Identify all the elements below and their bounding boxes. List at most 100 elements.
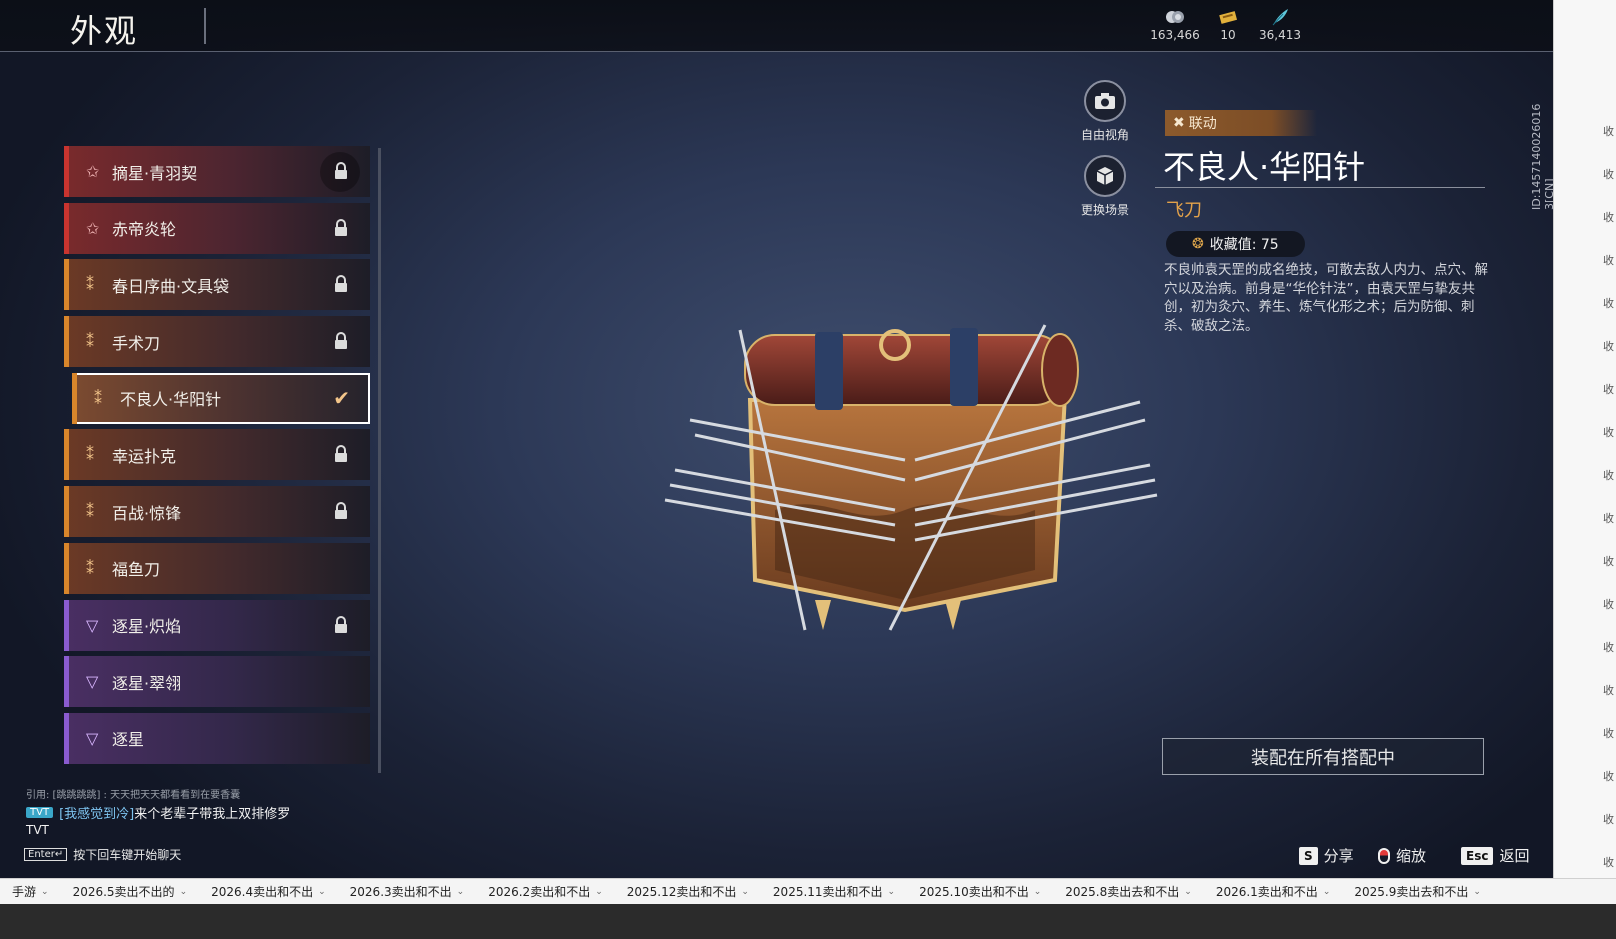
item-name: 春日序曲·文具袋 [112, 276, 230, 296]
list-item-2[interactable]: ⁑ 春日序曲·文具袋 [64, 259, 370, 311]
share-button[interactable]: S 分享 [1299, 845, 1354, 866]
chevron-down-icon: ⌄ [456, 886, 465, 897]
chat-user[interactable]: [我感觉到冷] [59, 803, 134, 822]
item-type: 飞刀 [1166, 200, 1202, 221]
sheet-tab-bar: 手游 ⌄ 2026.5卖出不出的 ⌄ 2026.4卖出和不出 ⌄ 2026.3卖出和不… [0, 878, 1616, 904]
zoom-button[interactable]: 缩放 [1378, 845, 1426, 866]
back-label: 返回 [1499, 847, 1530, 865]
chevron-wings-icon: ▽ [86, 728, 99, 748]
list-item-0[interactable]: ✩ 摘星·青羽契 [64, 146, 370, 197]
chat-message-2: TVT [26, 823, 49, 837]
share-key: S [1299, 846, 1318, 865]
chat-text: 来个老辈子带我上双排修罗 [134, 807, 291, 822]
player-id: ID:1457140026016 3[CN] [1530, 103, 1553, 210]
star-icon: ✩ [86, 218, 100, 238]
edge-cell: 收 [1603, 254, 1614, 267]
list-item-9[interactable]: ▽ 逐星·翠翎 [64, 656, 370, 708]
edge-cell: 收 [1603, 512, 1614, 525]
currency-feather: 36,413 [1250, 8, 1310, 42]
sheet-tab[interactable]: 2026.2卖出和不出 ⌄ [476, 883, 615, 900]
list-item-10[interactable]: ▽ 逐星 [64, 712, 370, 764]
list-item-6[interactable]: ⁑ 百战·惊锋 [64, 486, 370, 538]
list-item-5[interactable]: ⁑ 幸运扑克 [64, 429, 370, 481]
item-name: 逐星·炽焰 [112, 617, 182, 636]
chevron-down-icon: ⌄ [179, 886, 188, 897]
sheet-tab[interactable]: 2025.12卖出和不出 ⌄ [615, 883, 761, 900]
lock-icon [335, 162, 347, 179]
sheet-tab[interactable]: 2025.10卖出和不出 ⌄ [907, 883, 1053, 900]
weapon-model[interactable] [655, 310, 1165, 650]
item-name: 逐星·翠翎 [112, 673, 182, 693]
chevron-wings-icon: ▽ [86, 615, 99, 635]
lock-icon [335, 218, 347, 236]
ticket-icon [1219, 11, 1238, 24]
chat-badge: TVT [26, 807, 54, 818]
sheet-tab[interactable]: 2026.5卖出不出的 ⌄ [61, 883, 200, 900]
list-item-4-selected[interactable]: ⁑ 不良人·华阳针 ✔ [72, 372, 370, 424]
edge-cell: 收 [1603, 469, 1614, 482]
list-scrollbar[interactable] [378, 148, 381, 773]
list-item-7[interactable]: ⁑ 福鱼刀 [64, 542, 370, 594]
edge-cell: 收 [1603, 297, 1614, 310]
edge-cell: 收 [1603, 125, 1614, 138]
collection-value: ❂ 收藏值: 75 [1166, 231, 1305, 257]
free-view-label: 自由视角 [1080, 128, 1129, 142]
list-item-1[interactable]: ✩ 赤帝炎轮 [64, 202, 370, 254]
lock-icon [335, 502, 347, 520]
chevron-down-icon: ⌄ [887, 886, 896, 897]
sheet-tab[interactable]: 2026.4卖出和不出 ⌄ [199, 883, 338, 900]
chevron-down-icon: ⌄ [318, 886, 326, 897]
chat-enter-label: 按下回车键开始聊天 [73, 848, 182, 862]
list-item-3[interactable]: ⁑ 手术刀 [64, 316, 370, 368]
collab-tag-label: 联动 [1188, 116, 1217, 132]
cross-blades-icon: ⁑ [86, 502, 94, 522]
change-scene-label: 更换场景 [1080, 203, 1129, 217]
lock-icon [335, 275, 347, 293]
sheet-tab[interactable]: 2025.9卖出去和不出 ⌄ [1342, 883, 1493, 900]
title-divider [204, 8, 206, 44]
item-name: 百战·惊锋 [112, 503, 182, 523]
chat-quote: 引用: [跳跳跳跳] : 天天把天天都看看到在要香囊 [26, 790, 241, 801]
sheet-tab[interactable]: 手游 ⌄ [0, 883, 61, 900]
edge-cell: 收 [1603, 383, 1614, 396]
sheet-tab[interactable]: 2026.1卖出和不出 ⌄ [1204, 883, 1343, 900]
equip-all-button[interactable]: 装配在所有搭配中 [1162, 738, 1484, 775]
currency-silver: 163,466 [1145, 8, 1205, 42]
change-scene-button[interactable]: 更换场景 [1073, 155, 1137, 218]
title-underline [1155, 187, 1485, 188]
collab-icon: ✖ [1173, 115, 1185, 131]
sheet-tab[interactable]: 2025.8卖出去和不出 ⌄ [1053, 883, 1204, 900]
list-item-8[interactable]: ▽ 逐星·炽焰 [64, 599, 370, 651]
enter-key-icon: Enter↵ [24, 848, 68, 861]
cross-blades-icon: ⁑ [86, 332, 94, 352]
esc-key: Esc [1461, 846, 1494, 865]
collection-icon: ❂ [1192, 236, 1204, 252]
chevron-wings-icon: ▽ [86, 672, 99, 692]
sheet-tab[interactable]: 2025.11卖出和不出 ⌄ [761, 883, 907, 900]
chat-message: TVT [我感觉到冷] 来个老辈子带我上双排修罗 [26, 803, 290, 822]
currency-feather-value: 36,413 [1259, 28, 1301, 42]
free-view-button[interactable]: 自由视角 [1073, 80, 1137, 143]
chevron-down-icon: ⌄ [1473, 886, 1481, 897]
chat-input-hint[interactable]: Enter↵ 按下回车键开始聊天 [24, 846, 181, 863]
item-name: 赤帝炎轮 [112, 220, 177, 240]
top-bar: 外观 163,466 10 36,413 [0, 0, 1553, 52]
edge-cell: 收 [1603, 770, 1614, 783]
camera-icon [1084, 80, 1126, 122]
edge-cell: 收 [1603, 684, 1614, 697]
item-name: 不良人·华阳针 [120, 390, 222, 410]
share-label: 分享 [1323, 847, 1354, 865]
collab-tag: ✖ 联动 [1165, 110, 1317, 136]
lock-icon [335, 445, 347, 463]
item-description: 不良帅袁天罡的成名绝技，可散去敌人内力、点穴、解穴以及治病。前身是“华伦针法”，… [1164, 262, 1488, 334]
edge-cell: 收 [1603, 211, 1614, 224]
edge-cell: 收 [1603, 727, 1614, 740]
back-button[interactable]: Esc 返回 [1461, 845, 1529, 866]
currency-silver-value: 163,466 [1150, 28, 1200, 42]
sheet-tab[interactable]: 2026.3卖出和不出 ⌄ [338, 883, 477, 900]
edge-cell: 收 [1603, 340, 1614, 353]
cross-blades-icon: ⁑ [86, 445, 94, 465]
silver-coin-icon [1166, 11, 1184, 23]
chevron-down-icon: ⌄ [741, 886, 749, 897]
cross-blades-icon: ⁑ [86, 558, 94, 578]
